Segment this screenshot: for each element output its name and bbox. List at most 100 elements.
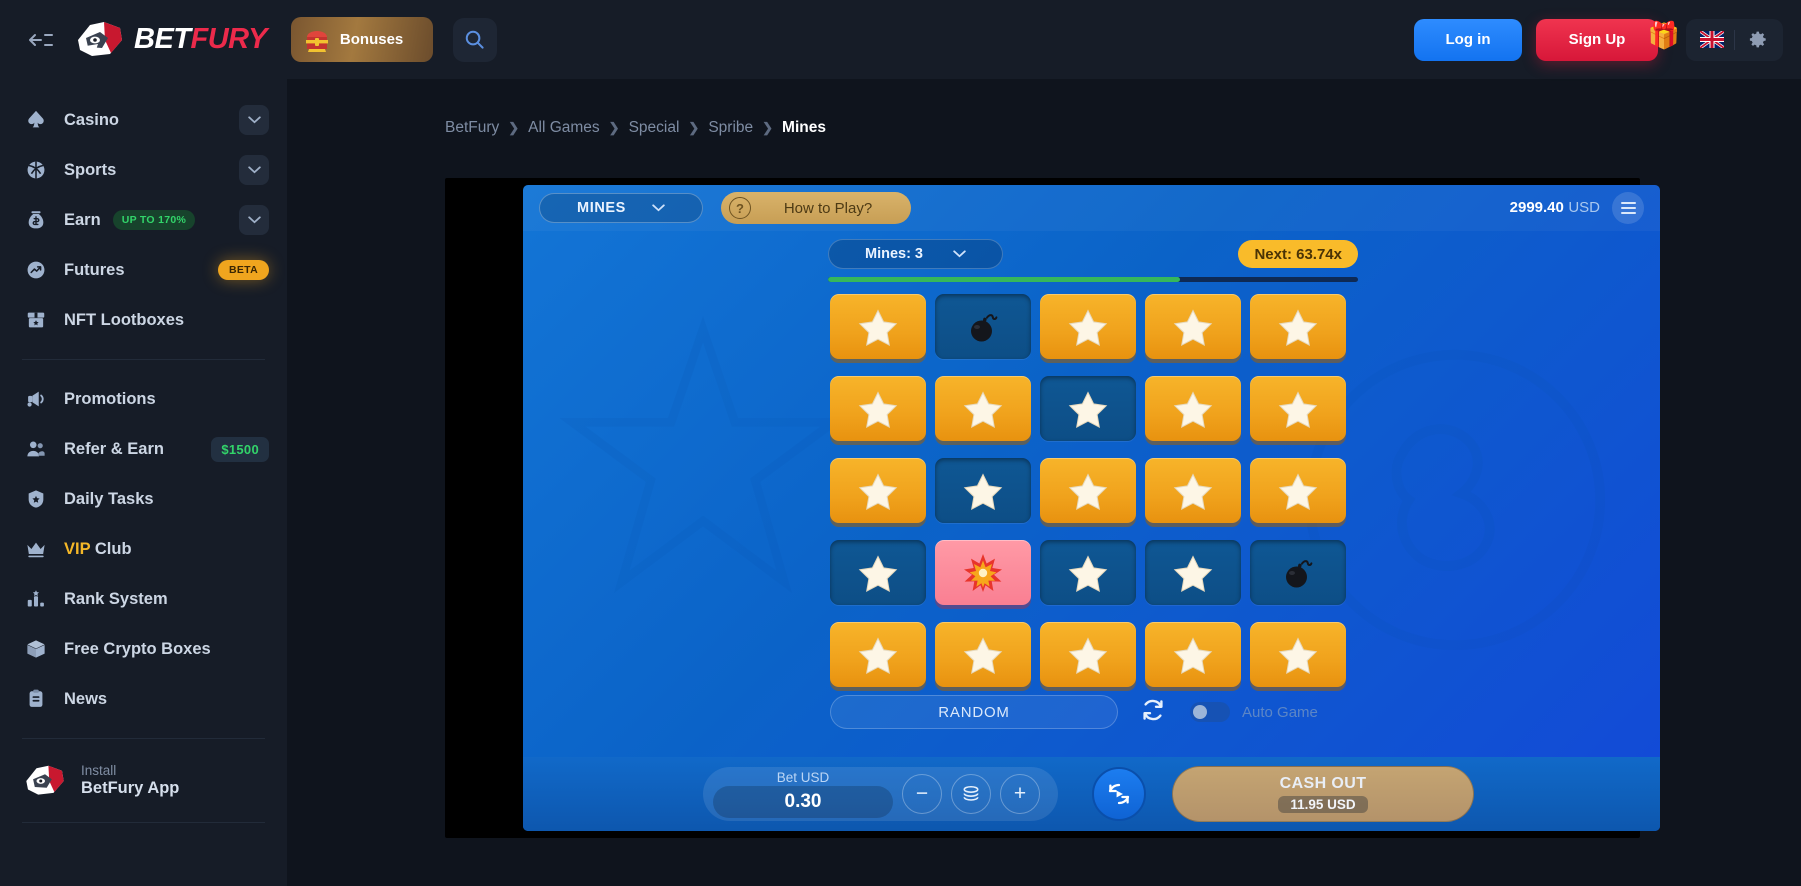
sidebar-item-nft-lootboxes[interactable]: NFT Lootboxes xyxy=(0,295,287,345)
game-title-select[interactable]: MINES xyxy=(539,193,703,223)
install-small-label: Install xyxy=(81,763,117,778)
star-icon xyxy=(1068,554,1108,592)
hamburger-menu-icon[interactable] xyxy=(1612,192,1644,224)
chevron-down-icon[interactable] xyxy=(239,155,269,185)
mines-tile-r4-c2[interactable] xyxy=(935,540,1031,605)
mines-tile-r4-c5[interactable] xyxy=(1250,540,1346,605)
sidebar-item-refer-earn[interactable]: Refer & Earn $1500 xyxy=(0,424,287,474)
lootbox-icon xyxy=(22,306,50,334)
install-texts: Install BetFury App xyxy=(81,763,179,798)
mines-tile-r5-c3[interactable] xyxy=(1040,622,1136,687)
megaphone-icon xyxy=(22,385,50,413)
mines-tile-r3-c1[interactable] xyxy=(830,458,926,523)
star-icon xyxy=(1068,390,1108,428)
replay-button[interactable] xyxy=(1092,767,1146,821)
mines-tile-r5-c4[interactable] xyxy=(1145,622,1241,687)
mines-tile-r5-c5[interactable] xyxy=(1250,622,1346,687)
mines-tile-r5-c1[interactable] xyxy=(830,622,926,687)
mines-tile-r3-c5[interactable] xyxy=(1250,458,1346,523)
sidebar-item-free-crypto-boxes[interactable]: Free Crypto Boxes xyxy=(0,624,287,674)
random-button[interactable]: RANDOM xyxy=(830,695,1118,729)
sidebar-label-casino: Casino xyxy=(64,110,120,129)
sidebar-label-free-crypto-boxes: Free Crypto Boxes xyxy=(64,639,211,658)
main-content: BetFury ❯ All Games ❯ Special ❯ Spribe ❯… xyxy=(287,79,1801,886)
sidebar-divider-3 xyxy=(22,822,265,823)
mines-tile-r3-c2[interactable] xyxy=(935,458,1031,523)
bonuses-button[interactable]: Bonuses xyxy=(290,17,433,62)
bet-input[interactable] xyxy=(713,786,893,818)
coin-stack-icon xyxy=(963,785,979,801)
search-button[interactable] xyxy=(452,17,497,62)
language-selector[interactable] xyxy=(1692,19,1732,61)
mines-tile-r1-c3[interactable] xyxy=(1040,294,1136,359)
breadcrumb-item-betfury[interactable]: BetFury xyxy=(445,119,499,137)
sidebar-collapse-button[interactable] xyxy=(18,17,64,63)
sidebar-item-casino[interactable]: Casino xyxy=(0,95,287,145)
mines-tile-r1-c5[interactable] xyxy=(1250,294,1346,359)
language-settings-group xyxy=(1686,18,1783,61)
mines-game-frame: MINES ? How to Play? 2999.40 USD Mines: … xyxy=(523,185,1660,831)
mines-tile-r4-c1[interactable] xyxy=(830,540,926,605)
star-icon xyxy=(1173,472,1213,510)
bet-stack-button[interactable] xyxy=(951,774,991,814)
star-icon xyxy=(1278,308,1318,346)
sidebar-item-earn[interactable]: Earn UP TO 170% xyxy=(0,195,287,245)
bonuses-label: Bonuses xyxy=(339,31,404,48)
star-icon xyxy=(858,308,898,346)
mines-count-select[interactable]: Mines: 3 xyxy=(828,239,1003,269)
cash-out-button[interactable]: CASH OUT 11.95 USD xyxy=(1172,766,1474,822)
mines-tile-r3-c3[interactable] xyxy=(1040,458,1136,523)
signup-button[interactable]: Sign Up 🎁 xyxy=(1536,18,1680,61)
betfury-logo[interactable]: BETFURY xyxy=(74,20,267,60)
refresh-button[interactable] xyxy=(1140,697,1166,728)
treasure-chest-icon xyxy=(305,30,328,52)
progress-bar xyxy=(828,277,1358,282)
mines-tile-r2-c2[interactable] xyxy=(935,376,1031,441)
mines-tile-r2-c4[interactable] xyxy=(1145,376,1241,441)
bet-increase-button[interactable]: + xyxy=(1000,774,1040,814)
how-to-play-button[interactable]: ? How to Play? xyxy=(721,192,911,224)
mines-tile-r2-c1[interactable] xyxy=(830,376,926,441)
mines-tile-r4-c3[interactable] xyxy=(1040,540,1136,605)
sidebar-item-news[interactable]: News xyxy=(0,674,287,724)
futures-badge: BETA xyxy=(217,260,269,280)
mines-tile-r2-c5[interactable] xyxy=(1250,376,1346,441)
mines-tile-r1-c2[interactable] xyxy=(935,294,1031,359)
sidebar-item-promotions[interactable]: Promotions xyxy=(0,374,287,424)
gear-icon xyxy=(1749,31,1766,48)
breadcrumb-item-spribe[interactable]: Spribe xyxy=(708,119,753,137)
star-icon xyxy=(963,636,1003,674)
mines-tile-r5-c2[interactable] xyxy=(935,622,1031,687)
chart-circle-icon xyxy=(22,256,50,284)
sidebar-label-news: News xyxy=(64,689,108,708)
mines-tile-r3-c4[interactable] xyxy=(1145,458,1241,523)
install-app-row[interactable]: Install BetFury App xyxy=(0,753,287,808)
sidebar-item-sports[interactable]: Sports xyxy=(0,145,287,195)
mines-tile-r2-c3[interactable] xyxy=(1040,376,1136,441)
decorative-star-icon xyxy=(559,316,847,594)
sidebar-item-vip-club[interactable]: VIP Club xyxy=(0,524,287,574)
mines-tile-r4-c4[interactable] xyxy=(1145,540,1241,605)
mines-tile-r1-c1[interactable] xyxy=(830,294,926,359)
balance-area: 2999.40 USD xyxy=(1510,192,1644,224)
bet-controls: Bet USD − + xyxy=(703,767,1058,821)
star-icon xyxy=(1068,308,1108,346)
sidebar-item-rank-system[interactable]: Rank System xyxy=(0,574,287,624)
bet-field: Bet USD xyxy=(713,770,893,818)
vip-rest: Club xyxy=(90,539,132,558)
breadcrumb-item-special[interactable]: Special xyxy=(629,119,680,137)
auto-game-toggle[interactable] xyxy=(1190,702,1230,722)
sidebar-item-futures[interactable]: Futures BETA xyxy=(0,245,287,295)
game-shell: MINES ? How to Play? 2999.40 USD Mines: … xyxy=(445,178,1660,838)
login-button[interactable]: Log in xyxy=(1414,18,1522,61)
sidebar-item-daily-tasks[interactable]: Daily Tasks xyxy=(0,474,287,524)
settings-button[interactable] xyxy=(1737,19,1777,61)
betfury-wolf-logo xyxy=(78,21,122,56)
mines-tile-r1-c4[interactable] xyxy=(1145,294,1241,359)
chevron-down-icon[interactable] xyxy=(239,105,269,135)
star-icon xyxy=(1278,472,1318,510)
breadcrumb-item-all-games[interactable]: All Games xyxy=(528,119,600,137)
bet-decrease-button[interactable]: − xyxy=(902,774,942,814)
chevron-down-icon[interactable] xyxy=(239,205,269,235)
spade-icon xyxy=(22,106,50,134)
